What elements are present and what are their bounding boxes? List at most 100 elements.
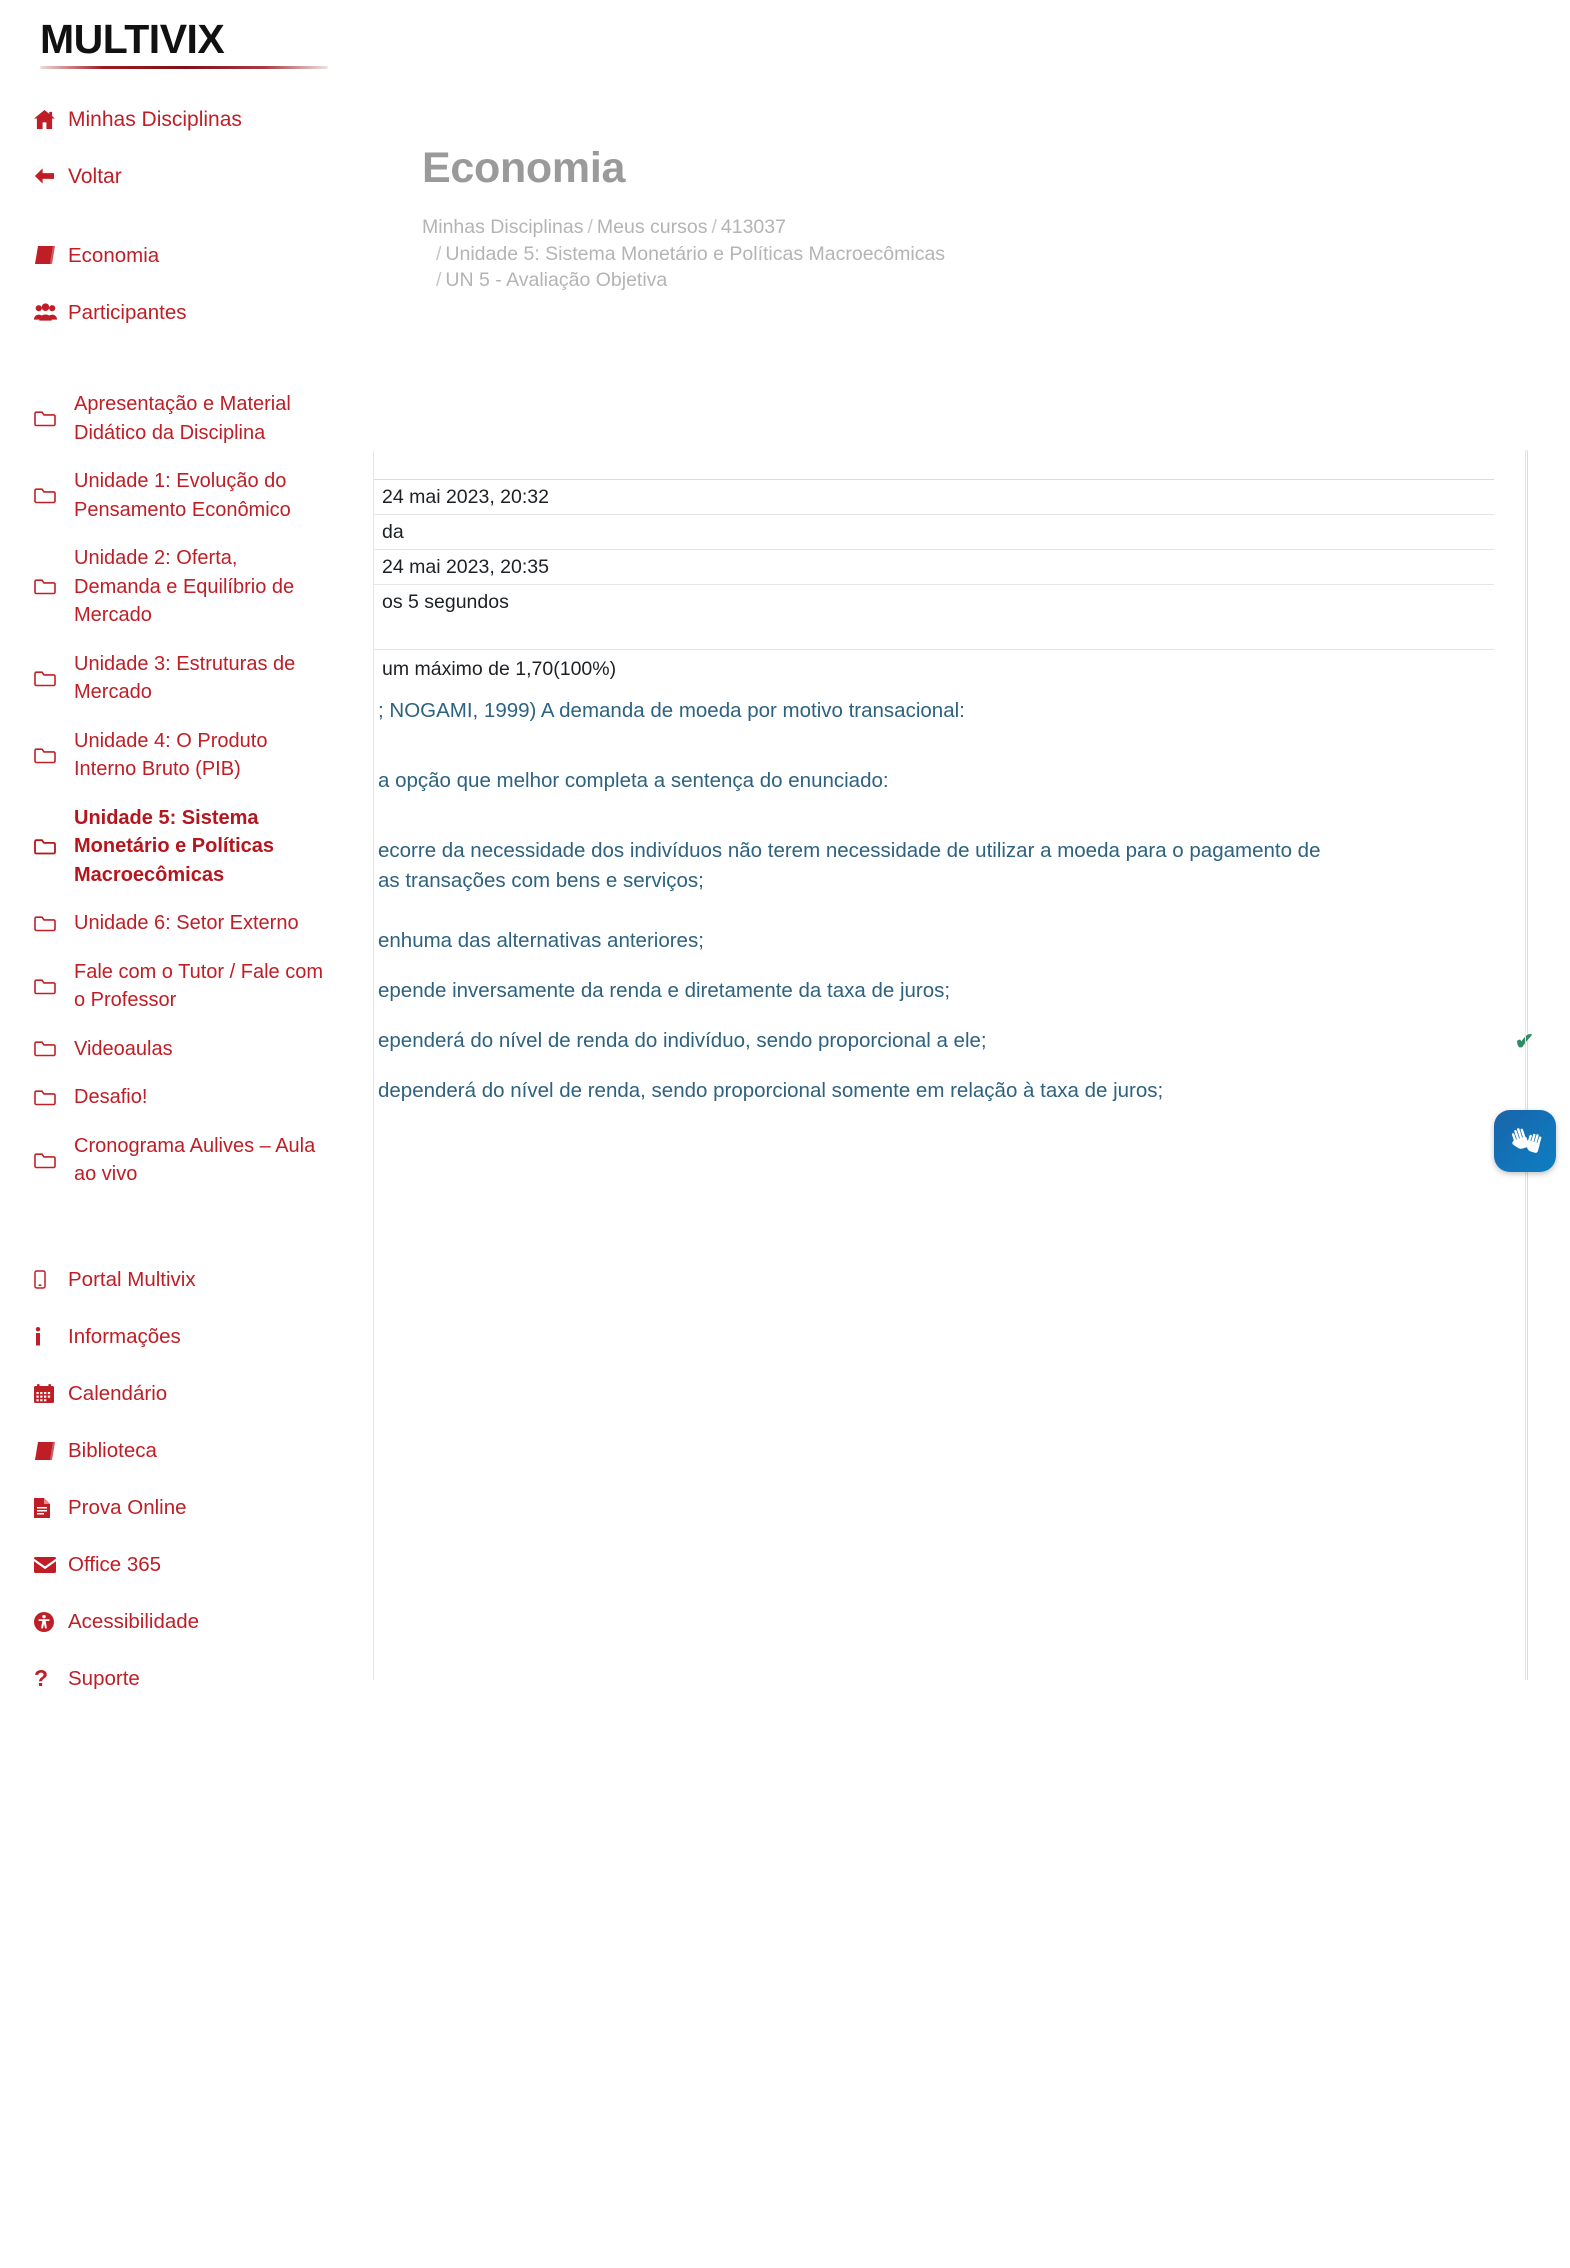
multivix-logo[interactable]: MULTIVIX: [40, 14, 330, 80]
sidebar-item-biblioteca[interactable]: Biblioteca: [0, 1432, 370, 1470]
sidebar-item-desafio[interactable]: Desafio!: [0, 1083, 370, 1112]
sidebar-item-unidade-3[interactable]: Unidade 3: Estruturas de Mercado: [0, 650, 370, 707]
home-icon: [34, 109, 68, 129]
answer-option[interactable]: ecorre da necessidade dos indivíduos não…: [374, 836, 1524, 896]
breadcrumb-avaliacao[interactable]: UN 5 - Avaliação Objetiva: [445, 269, 667, 291]
sidebar-item-label: Economia: [68, 243, 160, 267]
calendar-icon: [34, 1384, 68, 1403]
folder-icon: [34, 410, 74, 427]
content-right-divider: [1525, 450, 1526, 1680]
sidebar-item-label: Unidade 6: Setor Externo: [74, 912, 299, 934]
table-row: 24 mai 2023, 20:35: [374, 549, 1494, 584]
sidebar-item-label: Unidade 3: Estruturas de Mercado: [74, 652, 296, 704]
info-icon: [34, 1327, 68, 1346]
breadcrumb-unidade-5[interactable]: Unidade 5: Sistema Monetário e Políticas…: [445, 243, 945, 265]
sidebar-item-unidade-6[interactable]: Unidade 6: Setor Externo: [0, 909, 370, 938]
folder-icon: [34, 1040, 74, 1057]
table-row-spacer: [374, 619, 1494, 649]
breadcrumb-line-3: / UN 5 - Avaliação Objetiva: [422, 267, 1222, 294]
folder-icon: [34, 670, 74, 687]
sidebar-item-label: Minhas Disciplinas: [68, 107, 242, 131]
breadcrumb-line-2: / Unidade 5: Sistema Monetário e Política…: [422, 241, 1222, 268]
sidebar-item-cronograma-aulives[interactable]: Cronograma Aulives – Aula ao vivo: [0, 1132, 370, 1189]
table-row: 24 mai 2023, 20:32: [374, 479, 1494, 514]
answer-option[interactable]: enhuma das alternativas anteriores;: [374, 926, 1524, 956]
attempt-state-value: da: [382, 520, 404, 543]
sidebar-item-label: Apresentação e Material Didático da Disc…: [74, 393, 291, 444]
sidebar-item-apresentacao[interactable]: Apresentação e Material Didático da Disc…: [0, 390, 370, 447]
attempt-completed-value: 24 mai 2023, 20:35: [382, 555, 549, 578]
folder-icon: [34, 487, 74, 504]
folder-icon: [34, 578, 74, 595]
sidebar-item-unidade-4[interactable]: Unidade 4: O Produto Interno Bruto (PIB): [0, 727, 370, 784]
sidebar-item-label: Unidade 4: O Produto Interno Bruto (PIB): [74, 729, 268, 781]
book-icon: [34, 246, 68, 264]
sidebar-item-videoaulas[interactable]: Videoaulas: [0, 1035, 370, 1064]
sidebar-item-label: Unidade 1: Evolução do Pensamento Econôm…: [74, 470, 291, 521]
sidebar-item-label: Videoaulas: [74, 1037, 173, 1060]
sidebar-item-unidade-1[interactable]: Unidade 1: Evolução do Pensamento Econôm…: [0, 467, 370, 524]
accessibility-icon: [34, 1611, 68, 1632]
answer-option-text-cont: as transações com bens e serviços;: [378, 869, 704, 892]
logo-underline: [40, 66, 328, 69]
vlibras-accessibility-button[interactable]: [1494, 1110, 1556, 1172]
breadcrumb-meus-cursos[interactable]: Meus cursos: [597, 216, 708, 238]
folder-icon: [34, 978, 74, 995]
sidebar-item-voltar[interactable]: Voltar: [0, 157, 370, 195]
answer-option-text: dependerá do nível de renda, sendo propo…: [378, 1079, 1164, 1102]
sidebar-footer-list: Portal Multivix Informações Calendário B…: [0, 1261, 370, 1698]
sidebar-item-acessibilidade[interactable]: Acessibilidade: [0, 1603, 370, 1641]
answer-option-text: enhuma das alternativas anteriores;: [378, 929, 704, 952]
sidebar-item-label: Office 365: [68, 1553, 162, 1576]
sidebar-item-suporte[interactable]: ? Suporte: [0, 1660, 370, 1698]
sidebar-item-label: Unidade 2: Oferta, Demanda e Equilíbrio …: [74, 547, 295, 626]
sidebar-item-office-365[interactable]: Office 365: [0, 1546, 370, 1584]
sidebar-item-prova-online[interactable]: Prova Online: [0, 1489, 370, 1527]
breadcrumb-separator: /: [711, 216, 717, 238]
folder-icon: [34, 1152, 74, 1169]
sidebar-item-calendario[interactable]: Calendário: [0, 1375, 370, 1413]
answer-option[interactable]: dependerá do nível de renda, sendo propo…: [374, 1076, 1524, 1106]
sidebar-item-label: Fale com o Tutor / Fale com o Professor: [74, 960, 323, 1012]
sidebar-item-label: Biblioteca: [68, 1439, 157, 1462]
sidebar-item-economia[interactable]: Economia: [0, 236, 370, 274]
page-root: MULTIVIX Minhas Disciplinas Voltar Econo…: [0, 0, 1570, 2268]
quiz-review-card: 24 mai 2023, 20:32 da 24 mai 2023, 20:35…: [373, 450, 1534, 1680]
sidebar-item-label: Calendário: [68, 1382, 168, 1405]
sidebar-divider-2: [0, 350, 370, 390]
sidebar-item-label: Prova Online: [68, 1496, 187, 1519]
folder-icon: [34, 915, 74, 932]
envelope-icon: [34, 1556, 68, 1573]
breadcrumb-separator: /: [436, 269, 442, 291]
sidebar-item-fale-com-tutor[interactable]: Fale com o Tutor / Fale com o Professor: [0, 958, 370, 1015]
sidebar-item-minhas-disciplinas[interactable]: Minhas Disciplinas: [0, 100, 370, 138]
answer-option[interactable]: epende inversamente da renda e diretamen…: [374, 976, 1524, 1006]
breadcrumb: Minhas Disciplinas / Meus cursos/413037 /U…: [422, 214, 1222, 294]
breadcrumb-minhas-disciplinas[interactable]: Minhas Disciplinas: [422, 216, 583, 238]
answer-option-text: epende inversamente da renda e diretamen…: [378, 979, 951, 1002]
question-mark-icon: ?: [34, 1665, 49, 1691]
sidebar-item-unidade-5[interactable]: Unidade 5: Sistema Monetário e Políticas…: [0, 804, 370, 890]
sidebar-item-unidade-2[interactable]: Unidade 2: Oferta, Demanda e Equilíbrio …: [0, 544, 370, 630]
attempt-duration-value: os 5 segundos: [382, 590, 509, 613]
users-icon: [34, 303, 68, 321]
sidebar-unit-list: Apresentação e Material Didático da Disc…: [0, 390, 370, 1189]
sidebar-item-participantes[interactable]: Participantes: [0, 293, 370, 331]
sign-language-hands-icon: [1511, 1128, 1542, 1153]
sidebar-item-label: Suporte: [68, 1667, 140, 1690]
book-icon: [34, 1441, 68, 1460]
answer-option-correct[interactable]: ependerá do nível de renda do indivíduo,…: [374, 1026, 1534, 1056]
attempt-grade-value: um máximo de 1,70(100%): [382, 658, 617, 680]
table-row: um máximo de 1,70(100%): [374, 649, 1494, 689]
main-content: Economia Minhas Disciplinas / Meus cursos /…: [370, 0, 1570, 2268]
sidebar-item-label: Portal Multivix: [68, 1268, 196, 1291]
folder-icon: [34, 838, 74, 855]
logo-wordmark: MULTIVIX: [40, 16, 225, 62]
sidebar-item-informacoes[interactable]: Informações: [0, 1318, 370, 1356]
mobile-icon: [34, 1270, 68, 1289]
sidebar-item-portal-multivix[interactable]: Portal Multivix: [0, 1261, 370, 1299]
sidebar-item-label: Voltar: [68, 164, 122, 188]
breadcrumb-course-id[interactable]: 413037: [721, 216, 786, 238]
attempt-summary-table: 24 mai 2023, 20:32 da 24 mai 2023, 20:35…: [374, 479, 1494, 689]
sidebar-item-label: Acessibilidade: [68, 1610, 200, 1633]
